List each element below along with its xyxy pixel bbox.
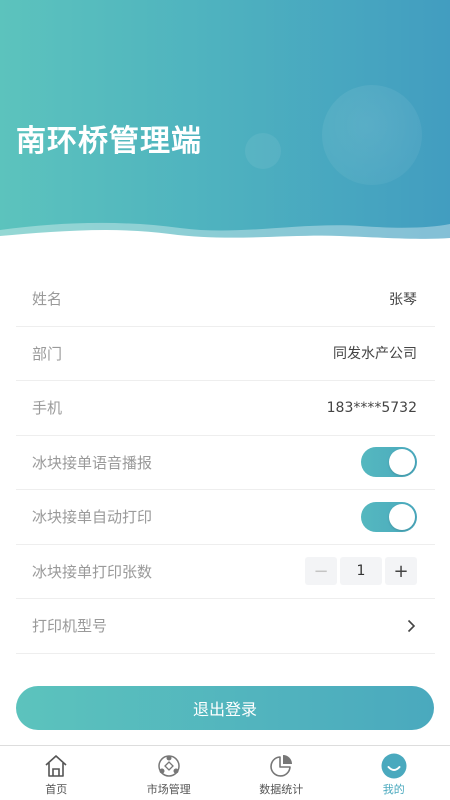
toggle-knob	[389, 449, 415, 476]
voice-broadcast-label: 冰块接单语音播报	[32, 453, 153, 472]
chevron-right-icon	[407, 619, 417, 633]
print-copies-row: 冰块接单打印张数 − 1 +	[16, 545, 435, 599]
decor-bubble-large	[322, 85, 422, 185]
pie-chart-icon	[268, 753, 294, 779]
auto-print-label: 冰块接单自动打印	[32, 508, 153, 527]
tab-mine-label: 我的	[382, 783, 405, 796]
tab-market[interactable]: 市场管理	[113, 746, 226, 800]
voice-broadcast-row: 冰块接单语音播报	[16, 436, 435, 490]
increment-button[interactable]: +	[385, 557, 417, 586]
profile-list: 姓名 张琴 部门 同发水产公司 手机 183****5732 冰块接单语音播报 …	[16, 272, 435, 654]
header-banner: 南环桥管理端	[0, 0, 450, 250]
logout-button[interactable]: 退出登录	[16, 686, 434, 730]
name-label: 姓名	[32, 290, 63, 309]
tab-home-label: 首页	[45, 783, 68, 796]
header-wave	[0, 222, 450, 250]
phone-value: 183****5732	[326, 399, 417, 416]
tab-home[interactable]: 首页	[0, 746, 113, 800]
voice-broadcast-toggle[interactable]	[361, 447, 417, 478]
bottom-tab-bar: 首页 市场管理 数据统计 我的	[0, 745, 450, 800]
decor-bubble-small	[245, 133, 281, 169]
phone-row: 手机 183****5732	[16, 381, 435, 436]
printer-model-label: 打印机型号	[32, 617, 108, 636]
print-copies-label: 冰块接单打印张数	[32, 562, 153, 581]
profile-icon	[381, 753, 407, 779]
market-icon	[156, 753, 182, 779]
print-copies-value[interactable]: 1	[340, 557, 382, 586]
department-row: 部门 同发水产公司	[16, 327, 435, 381]
print-copies-stepper: − 1 +	[305, 557, 417, 586]
tab-statistics[interactable]: 数据统计	[225, 746, 338, 800]
decrement-button[interactable]: −	[305, 557, 337, 586]
phone-label: 手机	[32, 399, 63, 418]
tab-market-label: 市场管理	[146, 783, 191, 796]
department-label: 部门	[32, 344, 63, 363]
tab-mine[interactable]: 我的	[338, 746, 450, 800]
toggle-knob	[389, 503, 415, 530]
home-icon	[43, 753, 69, 779]
auto-print-row: 冰块接单自动打印	[16, 490, 435, 545]
printer-model-row[interactable]: 打印机型号	[16, 599, 435, 654]
auto-print-toggle[interactable]	[361, 501, 417, 532]
department-value: 同发水产公司	[333, 346, 417, 363]
name-row: 姓名 张琴	[16, 272, 435, 327]
tab-statistics-label: 数据统计	[259, 783, 304, 796]
name-value: 张琴	[389, 291, 417, 308]
app-title: 南环桥管理端	[16, 124, 202, 159]
